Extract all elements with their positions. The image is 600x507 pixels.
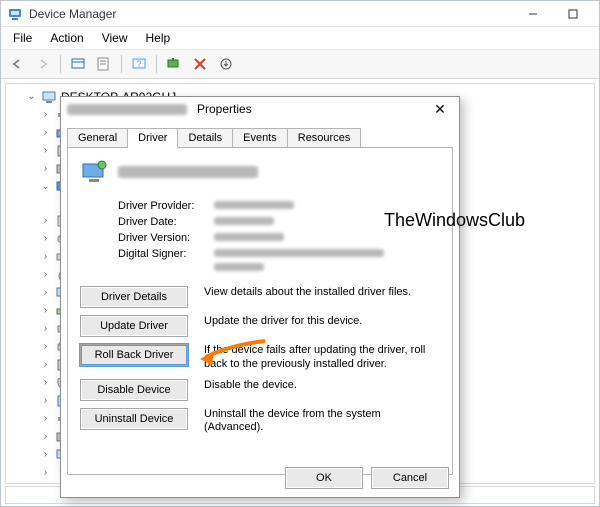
minimize-button[interactable] — [513, 1, 553, 27]
back-button[interactable] — [5, 53, 29, 75]
forward-button[interactable] — [31, 53, 55, 75]
roll-back-driver-desc: If the device fails after updating the d… — [204, 344, 440, 372]
dialog-titlebar: Properties ✕ — [61, 97, 459, 121]
label-version: Driver Version: — [118, 232, 214, 244]
tabstrip: General Driver Details Events Resources — [61, 121, 459, 147]
uninstall-device-button[interactable]: Uninstall Device — [80, 408, 188, 430]
label-date: Driver Date: — [118, 216, 214, 228]
disable-device-button[interactable]: Disable Device — [80, 379, 188, 401]
watermark: TheWindowsClub — [358, 210, 525, 231]
label-signer: Digital Signer: — [118, 248, 214, 260]
device-icon — [80, 158, 108, 186]
maximize-button[interactable] — [553, 1, 593, 27]
titlebar: Device Manager — [1, 1, 599, 27]
uninstall-device-desc: Uninstall the device from the system (Ad… — [204, 408, 440, 436]
tab-driver[interactable]: Driver — [128, 128, 178, 148]
scan-button[interactable] — [162, 53, 186, 75]
dialog-title-suffix: Properties — [197, 102, 427, 116]
tab-events[interactable]: Events — [233, 128, 288, 148]
update-driver-button[interactable]: Update Driver — [80, 315, 188, 337]
close-button[interactable]: ✕ — [427, 99, 453, 119]
expand-icon[interactable]: › — [40, 106, 51, 124]
toolbar: ? — [1, 50, 599, 79]
update-button[interactable] — [214, 53, 238, 75]
app-icon — [7, 6, 23, 22]
roll-back-driver-button[interactable]: Roll Back Driver — [80, 344, 188, 366]
svg-text:?: ? — [136, 59, 141, 69]
expand-icon[interactable]: ⌄ — [26, 88, 37, 106]
tab-details[interactable]: Details — [178, 128, 233, 148]
menu-action[interactable]: Action — [42, 29, 91, 47]
tab-general[interactable]: General — [67, 128, 128, 148]
menubar: File Action View Help — [1, 27, 599, 50]
cancel-button[interactable]: Cancel — [371, 467, 449, 489]
help-button[interactable]: ? — [127, 53, 151, 75]
menu-file[interactable]: File — [5, 29, 40, 47]
properties-dialog: Properties ✕ General Driver Details Even… — [60, 96, 460, 498]
ok-button[interactable]: OK — [285, 467, 363, 489]
show-hidden-button[interactable] — [66, 53, 90, 75]
disable-device-desc: Disable the device. — [204, 379, 440, 393]
tab-resources[interactable]: Resources — [288, 128, 362, 148]
menu-help[interactable]: Help — [138, 29, 179, 47]
value-provider-blurred — [214, 201, 294, 209]
watermark-logo-icon — [358, 211, 378, 231]
window-title: Device Manager — [29, 7, 513, 21]
update-driver-desc: Update the driver for this device. — [204, 315, 440, 329]
computer-icon — [41, 89, 57, 105]
uninstall-button[interactable] — [188, 53, 212, 75]
driver-details-button[interactable]: Driver Details — [80, 286, 188, 308]
value-date-blurred — [214, 217, 274, 225]
properties-button[interactable] — [92, 53, 116, 75]
device-name-blurred — [118, 166, 258, 178]
tab-driver-page: Driver Provider: Driver Date: Driver Ver… — [67, 147, 453, 475]
value-version-blurred — [214, 233, 284, 241]
value-signer-blurred-2 — [214, 263, 264, 271]
label-provider: Driver Provider: — [118, 200, 214, 212]
watermark-text: TheWindowsClub — [384, 210, 525, 231]
menu-view[interactable]: View — [94, 29, 136, 47]
driver-details-desc: View details about the installed driver … — [204, 286, 440, 300]
value-signer-blurred — [214, 249, 384, 257]
